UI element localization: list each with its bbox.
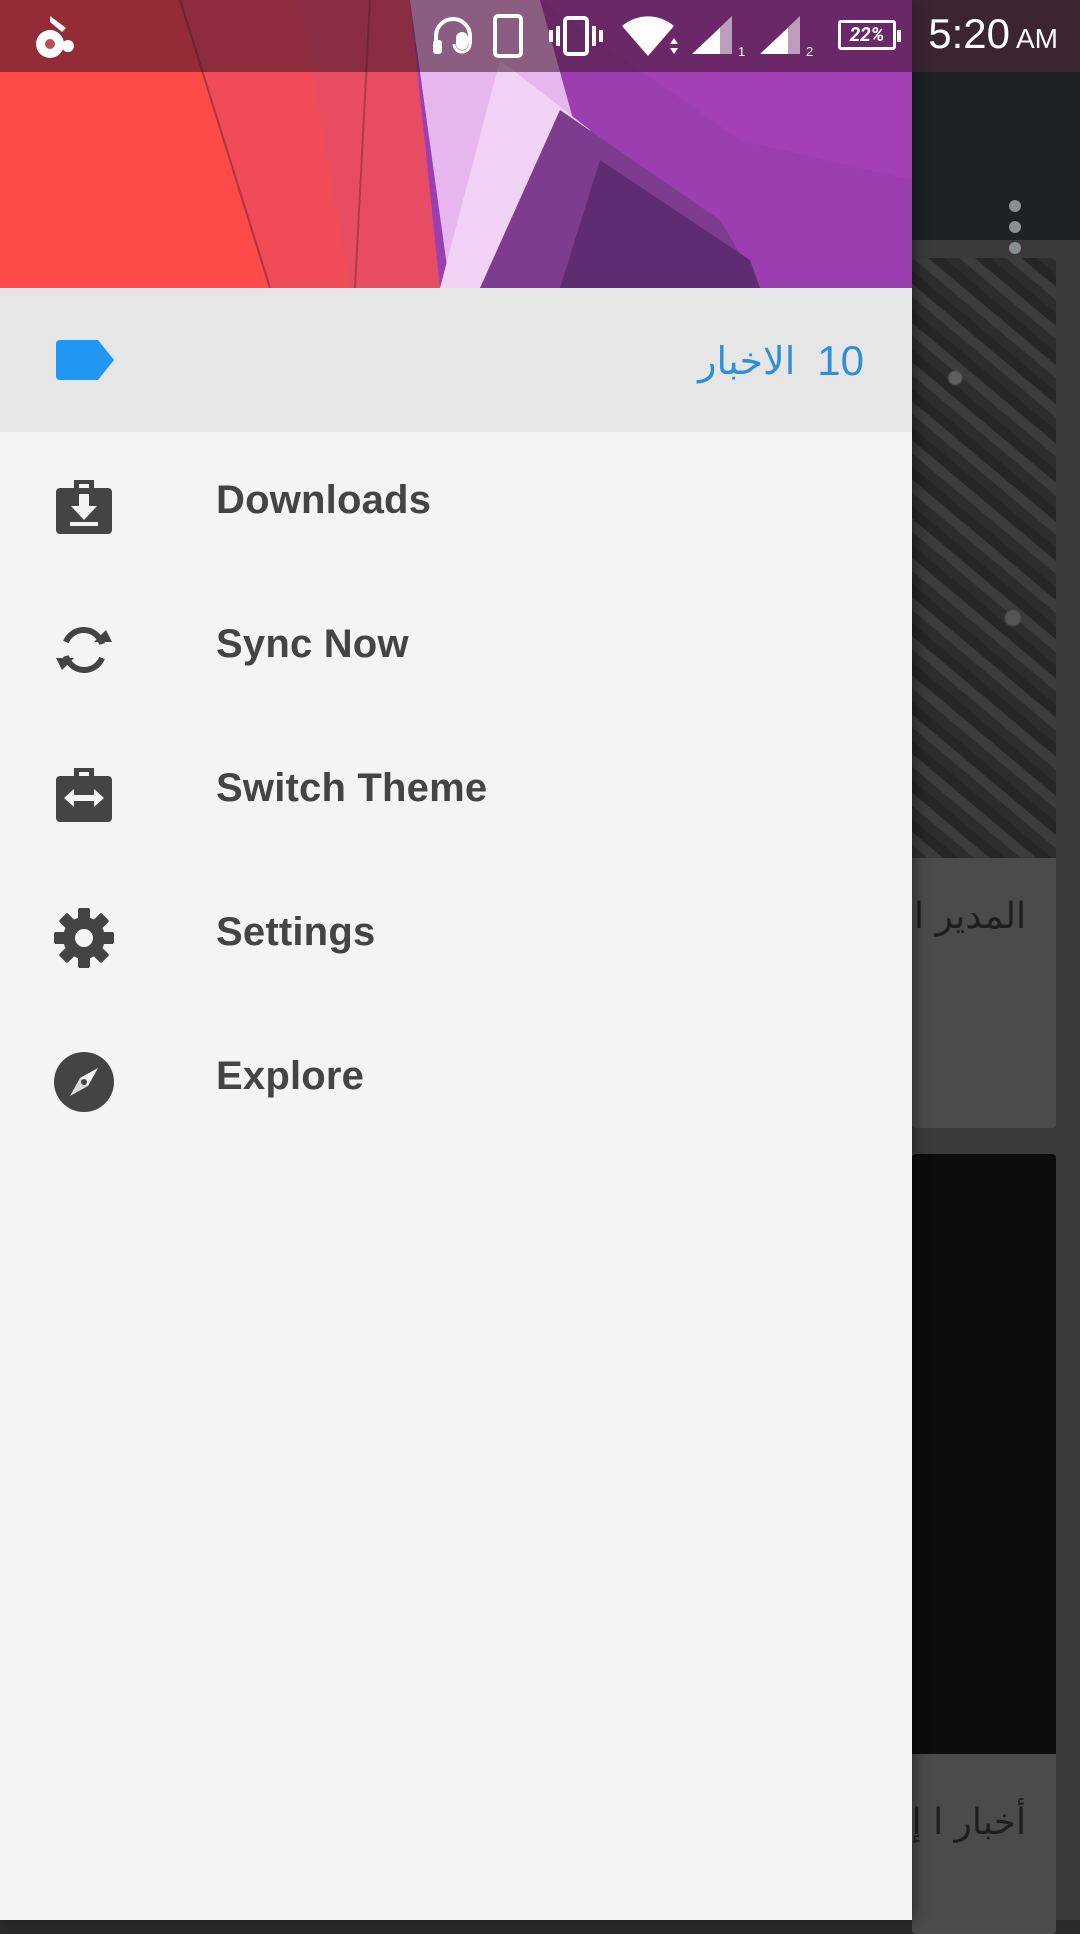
overflow-menu-icon[interactable] (990, 200, 1040, 260)
vibrate-icon (549, 16, 603, 56)
headset-mic-icon (433, 17, 472, 54)
compass-icon (54, 1052, 114, 1112)
clock-time: 5:20 (928, 10, 1010, 57)
svg-text:2: 2 (806, 44, 813, 58)
news-card[interactable]: المدير التعاقد (912, 258, 1056, 1128)
news-card-image (912, 1154, 1056, 1754)
switch-theme-icon (56, 768, 112, 822)
drawer-item-label: Switch Theme (216, 766, 488, 810)
signal-sim2-icon: 2 (760, 16, 813, 58)
news-count: 10 (817, 337, 864, 384)
battery-level: 22% (849, 23, 885, 46)
news-card-title: المدير التعاقد (912, 896, 1026, 937)
drawer-item-explore[interactable]: Explore (0, 1008, 912, 1152)
svg-text:1: 1 (738, 44, 745, 58)
status-bar: 1 2 22% 5:20 AM (0, 0, 1080, 72)
gear-icon (54, 908, 114, 968)
drawer-item-settings[interactable]: Settings (0, 864, 912, 1008)
sync-icon (56, 627, 112, 673)
news-card[interactable]: أخبار ا إلى مان (912, 1154, 1056, 1934)
drawer-item-label: Downloads (216, 478, 432, 522)
signal-sim1-icon: 1 (692, 16, 745, 58)
drawer-item-sync-now[interactable]: Sync Now (0, 576, 912, 720)
drawer-item-label: Explore (216, 1054, 365, 1098)
clock-ampm: AM (1016, 23, 1058, 54)
label-icon (56, 340, 114, 380)
drawer-item-downloads[interactable]: Downloads (0, 432, 912, 576)
navigation-drawer: الاخبار 10 Downloads Sync Now Switch The… (0, 0, 912, 1920)
phone-icon (493, 14, 523, 58)
wifi-icon (622, 16, 678, 56)
battery-icon: 22% (838, 20, 901, 50)
drawer-item-label: Sync Now (216, 622, 409, 666)
drawer-item-news-label: الاخبار 10 (698, 336, 864, 386)
drawer-item-switch-theme[interactable]: Switch Theme (0, 720, 912, 864)
download-bag-icon (56, 480, 112, 534)
news-title: الاخبار (698, 339, 796, 383)
news-card-image (912, 258, 1056, 858)
news-card-title: أخبار ا إلى مان (912, 1802, 1026, 1843)
clock: 5:20 AM (928, 10, 1058, 58)
drawer-item-label: Settings (216, 910, 376, 954)
app-notification-icon (36, 16, 74, 58)
